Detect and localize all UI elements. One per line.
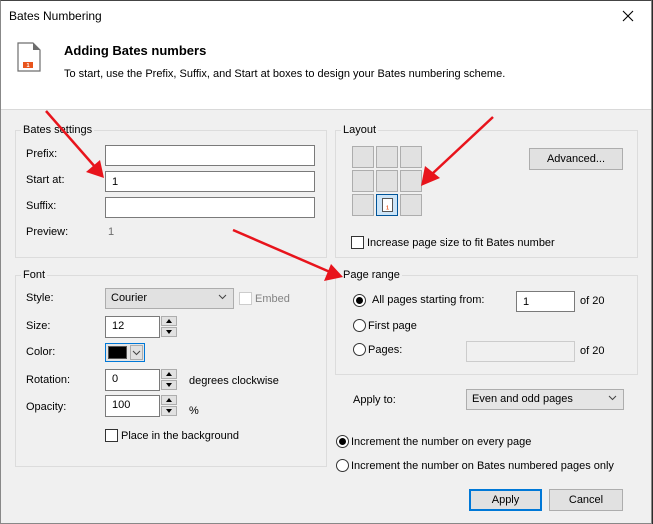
pages-total: of 20 bbox=[580, 345, 605, 357]
svg-text:1: 1 bbox=[26, 63, 29, 69]
font-legend: Font bbox=[23, 269, 46, 281]
rotation-decrease-button[interactable] bbox=[161, 380, 177, 390]
prefix-label: Prefix: bbox=[26, 148, 58, 160]
opacity-decrease-button[interactable] bbox=[161, 406, 177, 416]
font-style-value: Courier bbox=[111, 292, 148, 304]
font-color-picker[interactable] bbox=[105, 343, 145, 362]
layout-legend: Layout bbox=[343, 124, 377, 136]
start-at-label: Start at: bbox=[26, 174, 65, 186]
svg-text:1: 1 bbox=[386, 206, 389, 212]
increment-bates-pages-label: Increment the number on Bates numbered p… bbox=[351, 460, 614, 472]
color-dropdown[interactable] bbox=[130, 345, 143, 360]
embed-checkbox[interactable] bbox=[239, 292, 252, 305]
pages-input[interactable] bbox=[466, 341, 575, 362]
header-description: To start, use the Prefix, Suffix, and St… bbox=[64, 68, 506, 80]
increment-every-page-label: Increment the number on every page bbox=[351, 436, 532, 448]
increment-every-page-radio[interactable] bbox=[336, 435, 349, 448]
chevron-down-icon bbox=[608, 395, 617, 401]
arrow-up-icon bbox=[166, 372, 172, 376]
opacity-label: Opacity: bbox=[26, 401, 67, 413]
apply-to-select[interactable]: Even and odd pages bbox=[466, 389, 624, 410]
chevron-down-icon bbox=[218, 294, 227, 300]
first-page-label: First page bbox=[368, 320, 417, 332]
increase-page-size-checkbox[interactable] bbox=[351, 236, 364, 249]
rotation-unit: degrees clockwise bbox=[189, 375, 279, 387]
arrow-down-icon bbox=[166, 409, 172, 413]
title-bar: Bates Numbering bbox=[1, 1, 651, 33]
apply-button[interactable]: Apply bbox=[469, 489, 542, 511]
arrow-up-icon bbox=[166, 398, 172, 402]
place-in-background-label: Place in the background bbox=[121, 430, 240, 442]
pages-label: Pages: bbox=[368, 344, 403, 356]
position-bottom-right[interactable] bbox=[400, 194, 422, 216]
cancel-button[interactable]: Cancel bbox=[549, 489, 623, 511]
position-middle-right[interactable] bbox=[400, 170, 422, 192]
all-pages-total: of 20 bbox=[580, 295, 605, 307]
color-label: Color: bbox=[26, 346, 56, 358]
rotation-value[interactable]: 0 bbox=[105, 369, 160, 391]
arrow-down-icon bbox=[166, 383, 172, 387]
all-pages-radio[interactable] bbox=[353, 294, 366, 307]
rotation-label: Rotation: bbox=[26, 374, 71, 386]
dialog-header: 1 Adding Bates numbers To start, use the… bbox=[1, 33, 651, 110]
rotation-increase-button[interactable] bbox=[161, 369, 177, 379]
place-in-background-checkbox[interactable] bbox=[105, 429, 118, 442]
prefix-input[interactable] bbox=[105, 145, 315, 166]
size-label: Size: bbox=[26, 320, 51, 332]
increment-bates-pages-radio[interactable] bbox=[336, 459, 349, 472]
advanced-button[interactable]: Advanced... bbox=[529, 148, 623, 170]
position-top-right[interactable] bbox=[400, 146, 422, 168]
size-increase-button[interactable] bbox=[161, 316, 177, 326]
close-icon bbox=[622, 10, 634, 22]
start-at-input[interactable] bbox=[105, 171, 315, 192]
increase-page-size-label: Increase page size to fit Bates number bbox=[367, 237, 555, 249]
preview-label: Preview: bbox=[26, 226, 69, 238]
color-swatch bbox=[108, 346, 127, 359]
page-range-legend: Page range bbox=[343, 269, 400, 281]
style-label: Style: bbox=[26, 292, 54, 304]
opacity-unit: % bbox=[189, 405, 199, 417]
preview-value: 1 bbox=[108, 226, 115, 238]
all-pages-label: All pages starting from: bbox=[372, 294, 485, 306]
size-decrease-button[interactable] bbox=[161, 327, 177, 337]
chevron-down-icon bbox=[132, 350, 141, 355]
position-middle-left[interactable] bbox=[352, 170, 374, 192]
arrow-up-icon bbox=[166, 319, 172, 323]
apply-to-value: Even and odd pages bbox=[472, 393, 573, 405]
opacity-increase-button[interactable] bbox=[161, 395, 177, 405]
font-style-select[interactable]: Courier bbox=[105, 288, 234, 309]
pages-radio[interactable] bbox=[353, 343, 366, 356]
first-page-radio[interactable] bbox=[353, 319, 366, 332]
start-page-input[interactable] bbox=[516, 291, 575, 312]
window-title: Bates Numbering bbox=[9, 9, 102, 23]
arrow-down-icon bbox=[166, 330, 172, 334]
bates-settings-legend: Bates settings bbox=[23, 124, 93, 136]
position-top-center[interactable] bbox=[376, 146, 398, 168]
font-size-value[interactable]: 12 bbox=[105, 316, 160, 338]
position-bottom-left[interactable] bbox=[352, 194, 374, 216]
position-bottom-center[interactable]: 1 bbox=[376, 194, 398, 216]
apply-to-label: Apply to: bbox=[353, 394, 396, 406]
position-top-left[interactable] bbox=[352, 146, 374, 168]
close-button[interactable] bbox=[605, 1, 651, 31]
bates-numbering-dialog: Bates Numbering 1 Adding Bates numbers T… bbox=[0, 0, 652, 524]
suffix-input[interactable] bbox=[105, 197, 315, 218]
position-middle-center[interactable] bbox=[376, 170, 398, 192]
page-number-icon: 1 bbox=[381, 198, 393, 212]
header-title: Adding Bates numbers bbox=[64, 43, 207, 58]
bates-page-icon: 1 bbox=[17, 42, 41, 72]
embed-label: Embed bbox=[255, 293, 290, 305]
opacity-value[interactable]: 100 bbox=[105, 395, 160, 417]
suffix-label: Suffix: bbox=[26, 200, 57, 212]
